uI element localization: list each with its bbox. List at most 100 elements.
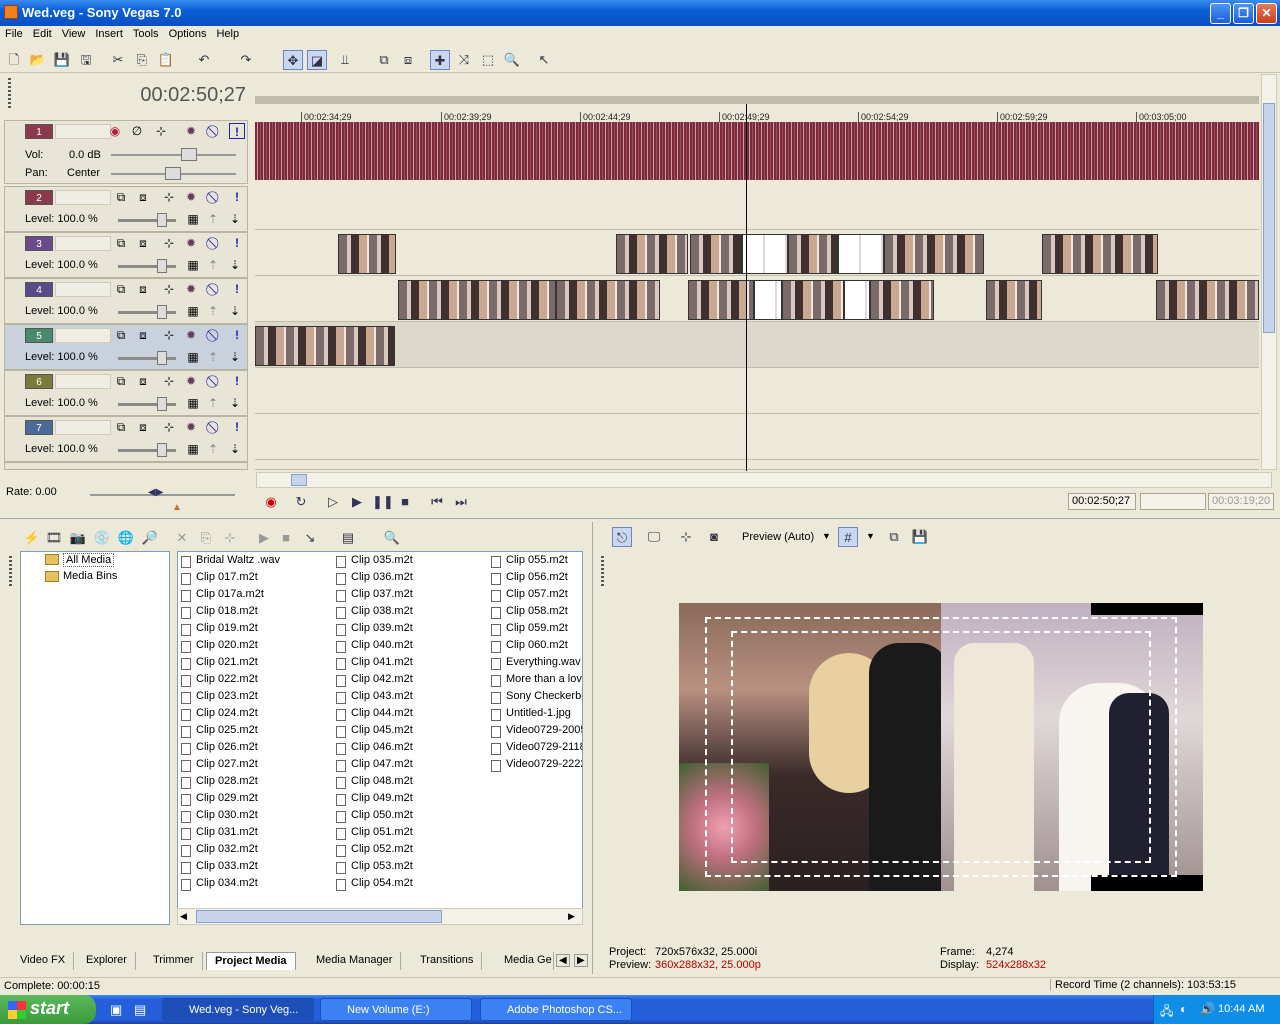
transition[interactable] <box>742 234 788 274</box>
child-icon[interactable]: ⇣ <box>227 349 243 365</box>
fx-icon[interactable]: ✹ <box>183 373 199 389</box>
network-icon[interactable]: 🖧 <box>1160 1002 1173 1023</box>
video-clip[interactable] <box>255 326 395 366</box>
quick-launch-icon[interactable]: ▤ <box>134 1002 146 1018</box>
envelope-tool-icon[interactable]: ◪ <box>307 50 327 70</box>
media-file-item[interactable]: Clip 042.m2t <box>333 673 413 690</box>
extract-audio-icon[interactable]: 💿 <box>92 528 112 548</box>
cut-icon[interactable]: ✂ <box>108 50 128 70</box>
level-slider[interactable] <box>157 259 167 273</box>
tab-video-fx[interactable]: Video FX <box>12 952 75 970</box>
level-slider[interactable] <box>157 305 167 319</box>
media-file-item[interactable]: Untitled-1.jpg <box>488 707 582 724</box>
media-file-item[interactable]: Clip 053.m2t <box>333 860 413 877</box>
chevron-down-icon[interactable]: ▼ <box>822 531 831 541</box>
mute-icon[interactable]: ⃠ <box>207 419 223 435</box>
media-file-item[interactable]: Clip 045.m2t <box>333 724 413 741</box>
track-motion-icon[interactable]: ⧈ <box>135 373 151 389</box>
tab-scroll-left-icon[interactable]: ◀ <box>556 954 570 967</box>
scroll-left-icon[interactable]: ◀ <box>180 911 190 922</box>
media-file-item[interactable]: Clip 033.m2t <box>178 860 280 877</box>
motion-blur-icon[interactable]: ⧉ <box>113 419 129 435</box>
composite-mode-icon[interactable]: ▦ <box>185 211 201 227</box>
normal-tool-icon[interactable]: ✚ <box>430 50 450 70</box>
level-slider[interactable] <box>157 213 167 227</box>
fx-icon[interactable]: ✹ <box>183 327 199 343</box>
track-lane-6[interactable] <box>255 368 1259 414</box>
end-time-field[interactable]: 00:03:19;20 <box>1208 493 1274 510</box>
video-track-header[interactable]: 6 ⧉ ⧈ ⊹ ✹ ⃠ ! Level: 100.0 % ▦ ⇡ ⇣ <box>4 370 248 416</box>
fx-chain-icon[interactable]: ⊹ <box>153 123 169 139</box>
child-icon[interactable]: ⇣ <box>227 395 243 411</box>
media-file-item[interactable]: Clip 029.m2t <box>178 792 280 809</box>
auto-ripple-icon[interactable]: ⧈ <box>398 50 418 70</box>
menu-view[interactable]: View <box>57 27 91 40</box>
split-screen-icon[interactable]: ◙ <box>704 527 724 547</box>
task-sony-vegas[interactable]: Wed.veg - Sony Veg... <box>162 998 314 1021</box>
go-to-end-icon[interactable]: ⏭ <box>452 493 470 511</box>
media-file-item[interactable]: Clip 019.m2t <box>178 622 280 639</box>
composite-mode-icon[interactable]: ▦ <box>185 395 201 411</box>
media-file-item[interactable]: Clip 027.m2t <box>178 758 280 775</box>
mute-icon[interactable]: ⃠ <box>207 123 223 139</box>
auto-crossfade-icon[interactable]: ⧉ <box>374 50 394 70</box>
media-file-item[interactable]: Clip 030.m2t <box>178 809 280 826</box>
play-from-start-icon[interactable]: ▷ <box>324 493 342 511</box>
video-clip[interactable] <box>398 280 556 320</box>
media-file-item[interactable]: More than a love <box>488 673 582 690</box>
media-file-item[interactable]: Clip 017.m2t <box>178 571 280 588</box>
level-slider[interactable] <box>157 443 167 457</box>
media-file-item[interactable]: Clip 020.m2t <box>178 639 280 656</box>
media-file-item[interactable]: Clip 032.m2t <box>178 843 280 860</box>
video-clip[interactable] <box>782 280 844 320</box>
fx-chain-icon[interactable]: ⊹ <box>161 327 177 343</box>
loop-icon[interactable]: ↻ <box>292 493 310 511</box>
tab-scroll-right-icon[interactable]: ▶ <box>574 954 588 967</box>
fx-icon[interactable]: ✹ <box>183 189 199 205</box>
mute-icon[interactable]: ⃠ <box>207 281 223 297</box>
auto-preview-icon[interactable]: ↘ <box>300 528 320 548</box>
solo-icon[interactable]: ! <box>229 281 245 297</box>
media-file-item[interactable]: Clip 051.m2t <box>333 826 413 843</box>
media-properties-icon[interactable]: ⎘ <box>196 528 216 548</box>
preview-quality-dropdown[interactable]: Preview (Auto) <box>742 531 814 543</box>
transition[interactable] <box>838 234 884 274</box>
parent-icon[interactable]: ⇡ <box>205 349 221 365</box>
media-file-item[interactable]: Clip 041.m2t <box>333 656 413 673</box>
track-lane-5[interactable] <box>255 322 1259 368</box>
preview-fx-icon[interactable]: ⊹ <box>676 527 696 547</box>
import-media-icon[interactable]: ⚡ <box>22 528 42 548</box>
media-file-item[interactable]: Clip 044.m2t <box>333 707 413 724</box>
media-file-item[interactable]: Clip 023.m2t <box>178 690 280 707</box>
parent-icon[interactable]: ⇡ <box>205 211 221 227</box>
envelope-edit-icon[interactable]: ⤨ <box>454 50 474 70</box>
fx-icon[interactable]: ✹ <box>183 235 199 251</box>
tab-project-media[interactable]: Project Media <box>206 952 296 970</box>
save-as-icon[interactable]: 🖫 <box>76 50 96 70</box>
redo-icon[interactable]: ↷ <box>236 50 256 70</box>
show-desktop-icon[interactable]: ▣ <box>110 1002 122 1018</box>
overlays-grid-icon[interactable]: # <box>838 527 858 547</box>
task-photoshop[interactable]: Adobe Photoshop CS... <box>480 998 632 1021</box>
fx-chain-icon[interactable]: ⊹ <box>161 373 177 389</box>
video-clip[interactable] <box>616 234 688 274</box>
rate-slider[interactable]: ◀▶ <box>148 487 174 501</box>
menu-options[interactable]: Options <box>164 27 212 40</box>
motion-blur-icon[interactable]: ⧉ <box>113 373 129 389</box>
track-name-field[interactable] <box>55 420 111 435</box>
menu-help[interactable]: Help <box>211 27 244 40</box>
media-horizontal-scrollbar[interactable]: ◀ ▶ <box>177 908 583 925</box>
tab-transitions[interactable]: Transitions <box>412 952 483 970</box>
video-track-header-selected[interactable]: 5 ⧉ ⧈ ⊹ ✹ ⃠ ! Level: 100.0 % ▦ ⇡ ⇣ <box>4 324 248 370</box>
playhead-cursor[interactable] <box>746 104 747 471</box>
media-file-item[interactable]: Video0729-2222 <box>488 758 582 775</box>
media-file-item[interactable]: Clip 055.m2t <box>488 554 582 571</box>
solo-icon[interactable]: ! <box>229 189 245 205</box>
pan-slider[interactable] <box>165 167 181 180</box>
tab-trimmer[interactable]: Trimmer <box>145 952 203 970</box>
motion-blur-icon[interactable]: ⧉ <box>113 281 129 297</box>
remove-media-icon[interactable]: ✕ <box>172 528 192 548</box>
media-file-item[interactable]: Clip 048.m2t <box>333 775 413 792</box>
solo-icon[interactable]: ! <box>229 373 245 389</box>
go-to-start-icon[interactable]: ⏮ <box>428 493 446 511</box>
